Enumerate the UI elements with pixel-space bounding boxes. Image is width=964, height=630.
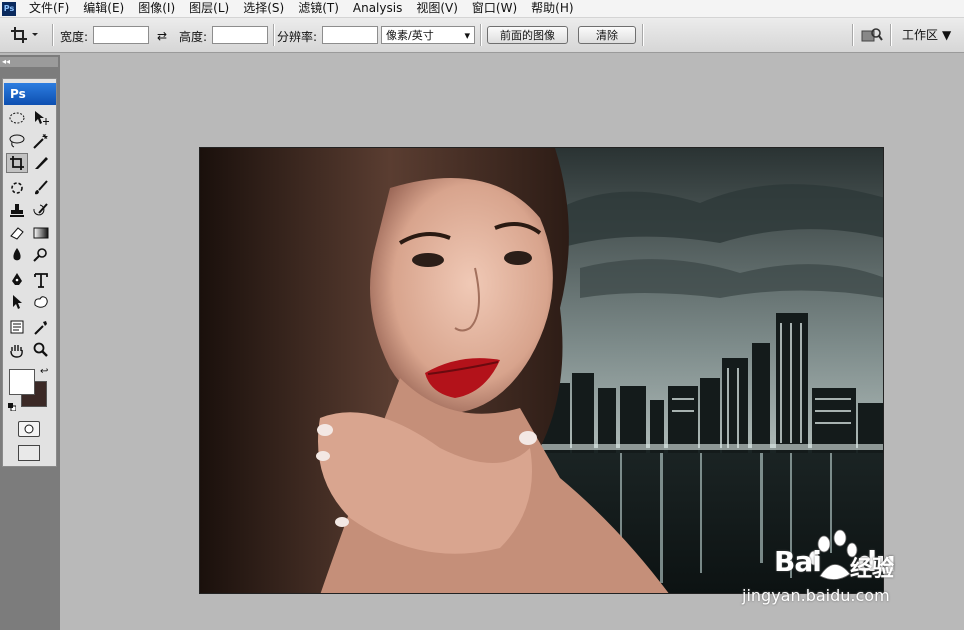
ellipse-marquee-icon [9, 112, 25, 124]
separator [890, 24, 892, 46]
magic-wand-icon [33, 134, 48, 149]
separator [642, 24, 644, 46]
move-arrow-icon [35, 111, 49, 125]
notes-icon [10, 320, 24, 334]
brush-icon [35, 180, 48, 195]
bandage-icon [11, 182, 23, 194]
resolution-unit-select[interactable]: 像素/英寸 ▾ [381, 26, 475, 44]
menu-window[interactable]: 窗口(W) [465, 0, 524, 17]
gradient-icon [33, 227, 49, 239]
blur-tool[interactable] [6, 245, 28, 265]
width-input[interactable] [93, 26, 149, 44]
custom-shape-tool[interactable] [30, 292, 52, 312]
app-logo-icon: Ps [2, 1, 16, 16]
toolbox-header[interactable]: Ps [4, 83, 56, 105]
menu-image[interactable]: 图像(I) [131, 0, 182, 17]
clear-button[interactable]: 清除 [578, 26, 636, 44]
eyedropper-icon [34, 321, 47, 335]
history-brush-tool[interactable] [30, 201, 52, 221]
tool-preset-picker[interactable] [10, 25, 48, 45]
elliptical-marquee-tool[interactable] [6, 108, 28, 128]
separator [273, 24, 275, 46]
magnifier-icon [33, 342, 48, 357]
notes-tool[interactable] [6, 317, 28, 337]
eraser-icon [10, 227, 24, 240]
magic-wand-tool[interactable] [30, 131, 52, 151]
resolution-label: 分辨率: [277, 30, 318, 44]
healing-brush-tool[interactable] [6, 178, 28, 198]
lasso-icon [9, 134, 25, 148]
crop-tool-icon [11, 27, 27, 43]
slice-tool[interactable] [30, 153, 52, 173]
eyedropper-tool[interactable] [30, 317, 52, 337]
lasso-tool[interactable] [6, 131, 28, 151]
crop-tool[interactable] [6, 153, 28, 173]
menu-view[interactable]: 视图(V) [409, 0, 465, 17]
menu-help[interactable]: 帮助(H) [524, 0, 580, 17]
dodge-tool[interactable] [30, 245, 52, 265]
swap-colors-icon[interactable]: ↩ [40, 366, 48, 377]
path-selection-tool[interactable] [6, 292, 28, 312]
drop-icon [13, 248, 21, 261]
resolution-unit-value: 像素/英寸 [386, 29, 434, 42]
options-bar: 宽度: ⇄ 高度: 分辨率: 像素/英寸 ▾ 前面的图像 清除 工作区 ▼ [0, 18, 964, 53]
menu-edit[interactable]: 编辑(E) [76, 0, 131, 17]
screen-mode-button[interactable] [18, 445, 40, 461]
hand-tool[interactable] [6, 340, 28, 360]
gradient-tool[interactable] [30, 223, 52, 243]
toolbox: Ps ↩ [2, 78, 57, 467]
hand-icon [10, 345, 23, 358]
width-label: 宽度: [60, 30, 89, 44]
chevron-down-icon: ▼ [942, 27, 952, 42]
height-input[interactable] [212, 26, 268, 44]
separator [852, 24, 854, 46]
workspace-label: 工作区 [902, 28, 939, 42]
quick-mask-button[interactable] [18, 421, 40, 437]
separator [480, 24, 482, 46]
document-canvas[interactable] [199, 147, 884, 594]
clone-stamp-tool[interactable] [6, 201, 28, 221]
eraser-tool[interactable] [6, 223, 28, 243]
watermark-url: jingyan.baidu.com [742, 586, 890, 605]
default-colors-icon[interactable] [8, 400, 17, 412]
foreground-color-swatch[interactable] [9, 369, 35, 395]
swap-dimensions-icon[interactable]: ⇄ [157, 29, 167, 43]
menu-layer[interactable]: 图层(L) [182, 0, 236, 17]
pen-icon [12, 273, 22, 285]
toolbox-collapse-bar[interactable]: ◂◂ [0, 57, 58, 67]
menu-select[interactable]: 选择(S) [236, 0, 291, 17]
height-label: 高度: [179, 30, 208, 44]
workspace-menu[interactable]: 工作区 ▼ [902, 26, 951, 43]
menu-analysis[interactable]: Analysis [346, 0, 409, 17]
separator [52, 24, 54, 46]
stamp-icon [10, 204, 24, 217]
type-tool[interactable] [30, 270, 52, 290]
chevron-down-icon [32, 33, 38, 36]
dodge-icon [33, 248, 47, 262]
slice-knife-icon [35, 157, 48, 169]
brush-tool[interactable] [30, 178, 52, 198]
path-arrow-icon [13, 295, 22, 309]
menu-file[interactable]: 文件(F) [22, 0, 76, 17]
zoom-tool[interactable] [30, 340, 52, 360]
quick-mask-icon [24, 424, 34, 434]
front-image-button[interactable]: 前面的图像 [487, 26, 568, 44]
bridge-icon[interactable] [861, 27, 883, 46]
watermark-cn: 经验 [850, 557, 895, 582]
menu-bar: Ps 文件(F) 编辑(E) 图像(I) 图层(L) 选择(S) 滤镜(T) A… [0, 0, 964, 18]
type-t-icon [34, 273, 48, 288]
pen-tool[interactable] [6, 270, 28, 290]
history-brush-icon [33, 203, 48, 216]
menu-filter[interactable]: 滤镜(T) [291, 0, 346, 17]
resolution-input[interactable] [322, 26, 378, 44]
move-tool[interactable] [30, 108, 52, 128]
shape-blob-icon [34, 296, 48, 308]
crop-icon [10, 156, 24, 170]
dropdown-arrow-icon: ▾ [464, 28, 470, 42]
